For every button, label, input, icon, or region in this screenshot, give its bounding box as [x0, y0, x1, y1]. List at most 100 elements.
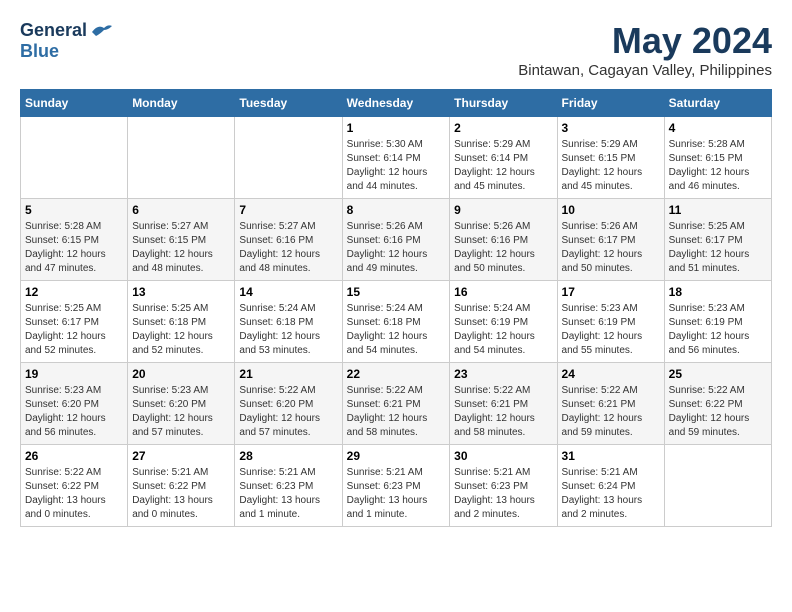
day-number: 1	[347, 121, 446, 135]
day-info: Sunrise: 5:22 AM Sunset: 6:22 PM Dayligh…	[669, 384, 767, 440]
location-title: Bintawan, Cagayan Valley, Philippines	[518, 62, 772, 79]
calendar-cell	[664, 445, 771, 527]
day-number: 7	[239, 203, 337, 217]
day-info: Sunrise: 5:27 AM Sunset: 6:16 PM Dayligh…	[239, 220, 337, 276]
calendar-cell: 2 Sunrise: 5:29 AM Sunset: 6:14 PM Daylig…	[450, 117, 557, 199]
day-number: 9	[454, 203, 552, 217]
day-number: 26	[25, 449, 123, 463]
day-number: 16	[454, 285, 552, 299]
calendar-cell: 20 Sunrise: 5:23 AM Sunset: 6:20 PM Dayli…	[128, 363, 235, 445]
calendar-cell: 19Sunrise: 5:23 AM Sunset: 6:20 PM Dayli…	[21, 363, 128, 445]
day-number: 13	[132, 285, 230, 299]
day-number: 8	[347, 203, 446, 217]
day-info: Sunrise: 5:24 AM Sunset: 6:18 PM Dayligh…	[239, 302, 337, 358]
day-number: 3	[562, 121, 660, 135]
day-number: 4	[669, 121, 767, 135]
calendar-cell: 31 Sunrise: 5:21 AM Sunset: 6:24 PM Dayli…	[557, 445, 664, 527]
day-number: 6	[132, 203, 230, 217]
weekday-header-friday: Friday	[557, 90, 664, 117]
day-info: Sunrise: 5:24 AM Sunset: 6:18 PM Dayligh…	[347, 302, 446, 358]
calendar-cell: 5Sunrise: 5:28 AM Sunset: 6:15 PM Daylig…	[21, 199, 128, 281]
weekday-header-tuesday: Tuesday	[235, 90, 342, 117]
day-number: 12	[25, 285, 123, 299]
day-info: Sunrise: 5:21 AM Sunset: 6:23 PM Dayligh…	[239, 466, 337, 522]
logo-bird-icon	[90, 22, 112, 40]
day-number: 20	[132, 367, 230, 381]
day-info: Sunrise: 5:23 AM Sunset: 6:20 PM Dayligh…	[25, 384, 123, 440]
day-info: Sunrise: 5:23 AM Sunset: 6:19 PM Dayligh…	[669, 302, 767, 358]
calendar-cell: 3 Sunrise: 5:29 AM Sunset: 6:15 PM Daylig…	[557, 117, 664, 199]
calendar-cell: 28 Sunrise: 5:21 AM Sunset: 6:23 PM Dayli…	[235, 445, 342, 527]
day-number: 23	[454, 367, 552, 381]
day-info: Sunrise: 5:25 AM Sunset: 6:17 PM Dayligh…	[25, 302, 123, 358]
calendar-cell: 7 Sunrise: 5:27 AM Sunset: 6:16 PM Daylig…	[235, 199, 342, 281]
calendar-body: 1Sunrise: 5:30 AM Sunset: 6:14 PM Daylig…	[21, 117, 772, 527]
day-info: Sunrise: 5:25 AM Sunset: 6:17 PM Dayligh…	[669, 220, 767, 276]
calendar-cell: 9 Sunrise: 5:26 AM Sunset: 6:16 PM Daylig…	[450, 199, 557, 281]
day-number: 30	[454, 449, 552, 463]
calendar-cell: 18 Sunrise: 5:23 AM Sunset: 6:19 PM Dayli…	[664, 281, 771, 363]
day-info: Sunrise: 5:22 AM Sunset: 6:20 PM Dayligh…	[239, 384, 337, 440]
weekday-header-monday: Monday	[128, 90, 235, 117]
day-number: 27	[132, 449, 230, 463]
day-info: Sunrise: 5:21 AM Sunset: 6:24 PM Dayligh…	[562, 466, 660, 522]
weekday-header-sunday: Sunday	[21, 90, 128, 117]
calendar-cell: 4 Sunrise: 5:28 AM Sunset: 6:15 PM Daylig…	[664, 117, 771, 199]
calendar-cell: 27 Sunrise: 5:21 AM Sunset: 6:22 PM Dayli…	[128, 445, 235, 527]
calendar-cell: 21 Sunrise: 5:22 AM Sunset: 6:20 PM Dayli…	[235, 363, 342, 445]
day-number: 28	[239, 449, 337, 463]
calendar-cell: 13 Sunrise: 5:25 AM Sunset: 6:18 PM Dayli…	[128, 281, 235, 363]
day-info: Sunrise: 5:28 AM Sunset: 6:15 PM Dayligh…	[25, 220, 123, 276]
day-info: Sunrise: 5:22 AM Sunset: 6:21 PM Dayligh…	[347, 384, 446, 440]
weekday-header-saturday: Saturday	[664, 90, 771, 117]
day-info: Sunrise: 5:23 AM Sunset: 6:20 PM Dayligh…	[132, 384, 230, 440]
day-number: 29	[347, 449, 446, 463]
day-number: 25	[669, 367, 767, 381]
calendar-week-2: 5Sunrise: 5:28 AM Sunset: 6:15 PM Daylig…	[21, 199, 772, 281]
day-number: 22	[347, 367, 446, 381]
day-info: Sunrise: 5:29 AM Sunset: 6:14 PM Dayligh…	[454, 138, 552, 194]
calendar-cell: 11 Sunrise: 5:25 AM Sunset: 6:17 PM Dayli…	[664, 199, 771, 281]
day-number: 2	[454, 121, 552, 135]
calendar: SundayMondayTuesdayWednesdayThursdayFrid…	[20, 89, 772, 527]
day-number: 14	[239, 285, 337, 299]
day-info: Sunrise: 5:29 AM Sunset: 6:15 PM Dayligh…	[562, 138, 660, 194]
calendar-cell: 25 Sunrise: 5:22 AM Sunset: 6:22 PM Dayli…	[664, 363, 771, 445]
day-info: Sunrise: 5:26 AM Sunset: 6:17 PM Dayligh…	[562, 220, 660, 276]
weekday-header-wednesday: Wednesday	[342, 90, 450, 117]
day-info: Sunrise: 5:21 AM Sunset: 6:23 PM Dayligh…	[454, 466, 552, 522]
calendar-cell: 24Sunrise: 5:22 AM Sunset: 6:21 PM Dayli…	[557, 363, 664, 445]
calendar-cell: 22 Sunrise: 5:22 AM Sunset: 6:21 PM Dayli…	[342, 363, 450, 445]
calendar-cell: 30 Sunrise: 5:21 AM Sunset: 6:23 PM Dayli…	[450, 445, 557, 527]
logo: General Blue	[20, 20, 112, 62]
calendar-cell: 14 Sunrise: 5:24 AM Sunset: 6:18 PM Dayli…	[235, 281, 342, 363]
calendar-cell: 23Sunrise: 5:22 AM Sunset: 6:21 PM Dayli…	[450, 363, 557, 445]
calendar-cell: 15Sunrise: 5:24 AM Sunset: 6:18 PM Dayli…	[342, 281, 450, 363]
day-number: 21	[239, 367, 337, 381]
calendar-cell: 8 Sunrise: 5:26 AM Sunset: 6:16 PM Daylig…	[342, 199, 450, 281]
day-number: 11	[669, 203, 767, 217]
title-area: May 2024 Bintawan, Cagayan Valley, Phili…	[518, 20, 772, 79]
day-info: Sunrise: 5:26 AM Sunset: 6:16 PM Dayligh…	[347, 220, 446, 276]
calendar-week-4: 19Sunrise: 5:23 AM Sunset: 6:20 PM Dayli…	[21, 363, 772, 445]
calendar-cell: 29 Sunrise: 5:21 AM Sunset: 6:23 PM Dayli…	[342, 445, 450, 527]
calendar-week-5: 26 Sunrise: 5:22 AM Sunset: 6:22 PM Dayli…	[21, 445, 772, 527]
day-number: 10	[562, 203, 660, 217]
day-info: Sunrise: 5:28 AM Sunset: 6:15 PM Dayligh…	[669, 138, 767, 194]
day-info: Sunrise: 5:21 AM Sunset: 6:23 PM Dayligh…	[347, 466, 446, 522]
day-number: 17	[562, 285, 660, 299]
calendar-cell	[21, 117, 128, 199]
day-info: Sunrise: 5:21 AM Sunset: 6:22 PM Dayligh…	[132, 466, 230, 522]
day-info: Sunrise: 5:23 AM Sunset: 6:19 PM Dayligh…	[562, 302, 660, 358]
day-info: Sunrise: 5:22 AM Sunset: 6:22 PM Dayligh…	[25, 466, 123, 522]
calendar-cell	[235, 117, 342, 199]
calendar-cell: 16 Sunrise: 5:24 AM Sunset: 6:19 PM Dayli…	[450, 281, 557, 363]
day-number: 31	[562, 449, 660, 463]
logo-blue: Blue	[20, 41, 59, 61]
day-number: 18	[669, 285, 767, 299]
calendar-cell: 17 Sunrise: 5:23 AM Sunset: 6:19 PM Dayli…	[557, 281, 664, 363]
day-info: Sunrise: 5:25 AM Sunset: 6:18 PM Dayligh…	[132, 302, 230, 358]
day-info: Sunrise: 5:27 AM Sunset: 6:15 PM Dayligh…	[132, 220, 230, 276]
day-info: Sunrise: 5:26 AM Sunset: 6:16 PM Dayligh…	[454, 220, 552, 276]
day-info: Sunrise: 5:24 AM Sunset: 6:19 PM Dayligh…	[454, 302, 552, 358]
